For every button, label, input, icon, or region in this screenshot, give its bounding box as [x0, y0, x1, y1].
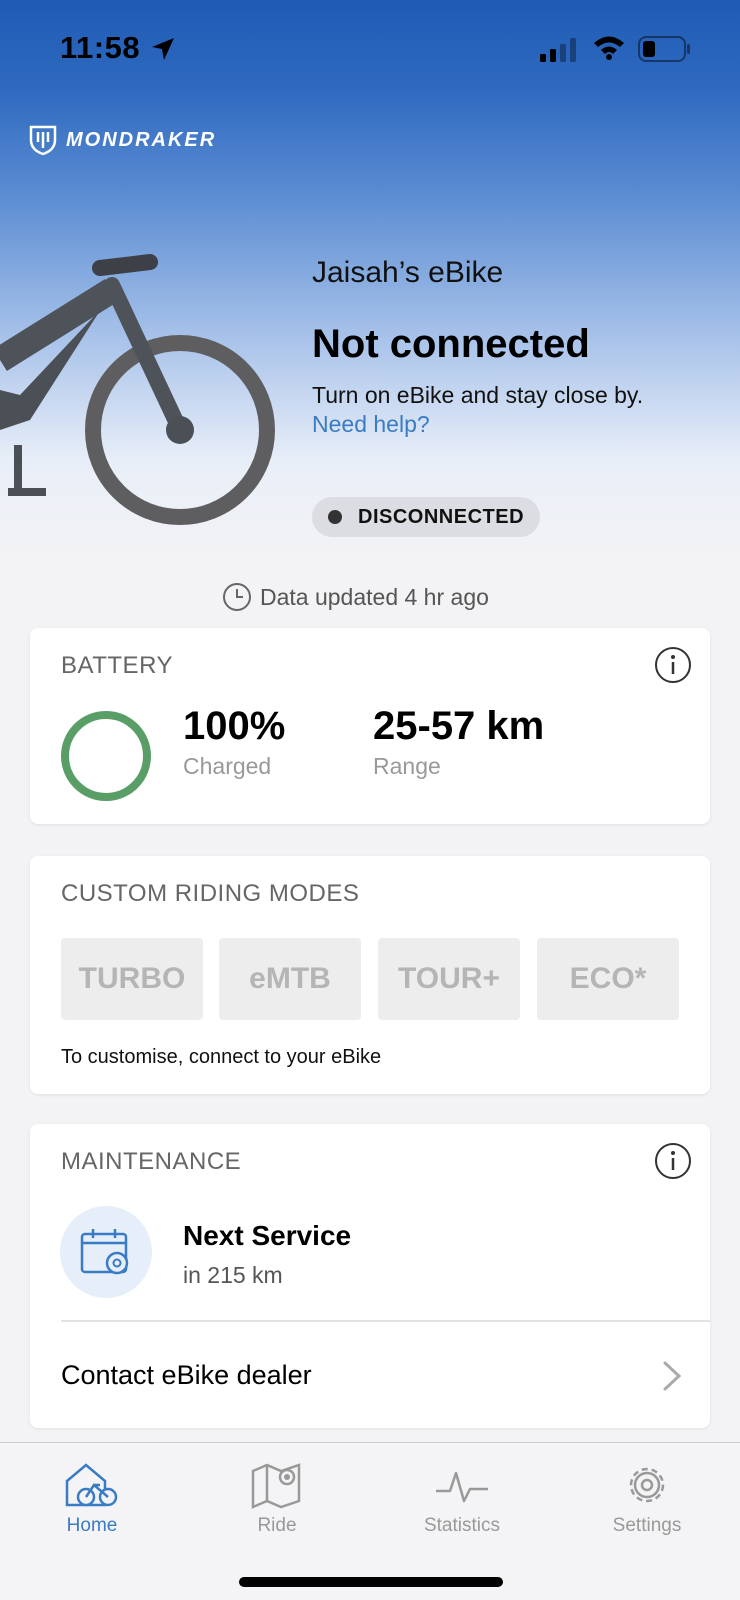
- mode-eco-button[interactable]: ECO*: [537, 938, 679, 1020]
- tab-settings[interactable]: Settings: [587, 1461, 707, 1537]
- home-bike-icon: [65, 1463, 118, 1507]
- mondraker-shield-icon: [29, 125, 57, 156]
- data-updated-text: Data updated 4 hr ago: [260, 583, 489, 610]
- battery-percent-stat: 100% Charged: [183, 704, 285, 780]
- tab-home[interactable]: Home: [32, 1461, 152, 1537]
- battery-percent-label: Charged: [183, 753, 272, 779]
- riding-modes-title: CUSTOM RIDING MODES: [61, 880, 360, 907]
- battery-card-title: BATTERY: [61, 652, 173, 679]
- need-help-link[interactable]: Need help?: [312, 411, 430, 438]
- next-service-distance: in 215 km: [183, 1262, 283, 1288]
- status-dot-icon: [328, 510, 342, 524]
- gear-icon: [629, 1467, 665, 1503]
- phone-battery-icon: [638, 36, 692, 67]
- brand-logo: MONDRAKER: [28, 124, 216, 156]
- tab-home-label: Home: [66, 1515, 118, 1536]
- contact-dealer-row[interactable]: Contact eBike dealer: [30, 1322, 710, 1428]
- clock-icon: [223, 583, 251, 611]
- data-updated-row: Data updated 4 hr ago: [222, 582, 489, 612]
- wifi-icon: [592, 34, 626, 65]
- mode-emtb-button[interactable]: eMTB: [219, 938, 361, 1020]
- battery-range-stat: 25-57 km Range: [373, 704, 544, 780]
- maintenance-title: MAINTENANCE: [61, 1148, 242, 1175]
- cellular-signal-icon: [540, 38, 580, 67]
- next-service-title: Next Service: [183, 1220, 352, 1251]
- connection-hint: Turn on eBike and stay close by.: [312, 382, 644, 408]
- contact-dealer-label: Contact eBike dealer: [61, 1359, 312, 1390]
- ebike-illustration: [0, 254, 275, 525]
- battery-range-label: Range: [373, 753, 441, 779]
- map-icon: [251, 1463, 301, 1509]
- status-bar: 11:58: [0, 0, 740, 100]
- battery-percent-value: 100%: [183, 704, 286, 748]
- chevron-right-icon: [662, 1360, 682, 1397]
- service-icon-circle: [60, 1206, 152, 1298]
- battery-range-value: 25-57 km: [373, 704, 545, 748]
- maintenance-card: MAINTENANCE Next Service in 215 km Conta…: [30, 1124, 710, 1428]
- tab-ride[interactable]: Ride: [217, 1461, 337, 1537]
- tab-statistics-label: Statistics: [423, 1515, 501, 1536]
- status-badge-label: DISCONNECTED: [358, 505, 525, 528]
- calendar-gear-icon: [80, 1229, 129, 1275]
- riding-modes-card: CUSTOM RIDING MODES TURBO eMTB TOUR+ ECO…: [30, 856, 710, 1094]
- tab-settings-label: Settings: [612, 1515, 682, 1536]
- mode-tour-plus-button[interactable]: TOUR+: [378, 938, 520, 1020]
- maintenance-info-icon[interactable]: [654, 1142, 692, 1185]
- pulse-icon: [436, 1471, 488, 1503]
- battery-info-icon[interactable]: [654, 646, 692, 689]
- home-indicator: [239, 1577, 503, 1587]
- brand-name: MONDRAKER: [66, 128, 217, 151]
- status-time: 11:58: [60, 30, 141, 65]
- tab-statistics[interactable]: Statistics: [402, 1461, 522, 1537]
- battery-charge-ring: [61, 711, 151, 801]
- mode-turbo-button[interactable]: TURBO: [61, 938, 203, 1020]
- location-arrow-icon: [150, 36, 176, 67]
- tab-ride-label: Ride: [257, 1515, 297, 1536]
- riding-modes-note: To customise, connect to your eBike: [61, 1046, 382, 1068]
- connection-title: Not connected: [312, 322, 590, 366]
- bike-name: Jaisah’s eBike: [312, 256, 504, 289]
- battery-card: BATTERY 100% Charged 25-57 km Range: [30, 628, 710, 824]
- connection-status-badge: DISCONNECTED: [312, 497, 541, 537]
